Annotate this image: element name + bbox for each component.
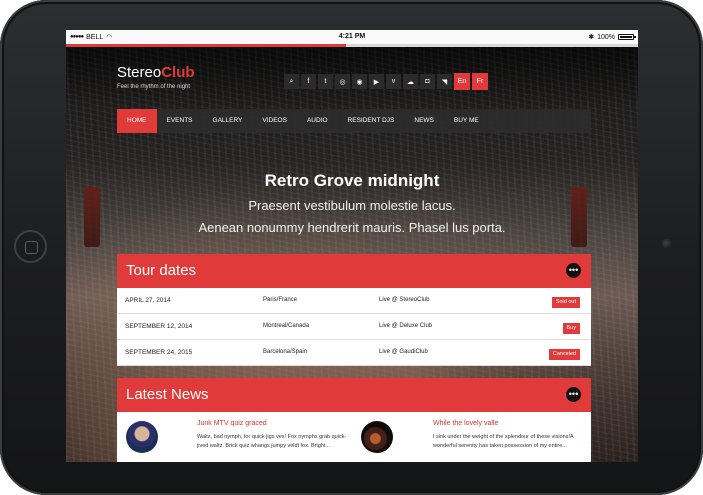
tour-date: SEPTEMBER 24, 2015: [125, 349, 193, 356]
tour-row: APRIL 27, 2014 Paris/France Live @ StereoC…: [117, 288, 591, 314]
home-button[interactable]: [14, 230, 47, 263]
language-en-button[interactable]: En: [454, 73, 470, 90]
news-excerpt-2: I sink under the weight of the splendour…: [433, 434, 574, 449]
tour-dates-title: Tour dates: [126, 262, 197, 279]
battery-icon: [618, 34, 636, 40]
status-time: 4:21 PM: [338, 33, 366, 40]
search-icon[interactable]: ⌕: [284, 74, 299, 89]
stage-light-left: [84, 187, 100, 247]
rss-icon[interactable]: ◥: [437, 74, 452, 89]
news-title-2[interactable]: While the lovely valle: [433, 420, 498, 427]
news-list: Junk MTV quiz graced Waltz, bad nymph, f…: [117, 412, 591, 462]
page-load-progress: [66, 44, 638, 47]
twitter-icon[interactable]: t: [318, 74, 333, 89]
tour-place: Paris/France: [263, 297, 298, 303]
hero-subtitle-line1: Praesent vestibulum molestie lacus.: [248, 198, 456, 213]
tablet-frame: ●●●●● BELL ◠ 4:21 PM ✱ 100% StereoClub F…: [0, 0, 703, 495]
youtube-icon[interactable]: ▶: [369, 74, 384, 89]
battery-percent: 100%: [597, 33, 615, 41]
site-tagline: Feel the rhythm of the night: [117, 84, 191, 90]
tour-row: SEPTEMBER 12, 2014 Montreal/Canada Live @ …: [117, 314, 591, 340]
vimeo-icon[interactable]: v: [386, 74, 401, 89]
nav-item-videos[interactable]: VIDEOS: [252, 109, 297, 133]
soundcloud-icon[interactable]: ☁: [403, 74, 418, 89]
nav-item-resident-djs[interactable]: RESIDENT DJS: [338, 109, 405, 133]
stage-light-right: [571, 187, 587, 247]
nav-item-audio[interactable]: AUDIO: [297, 109, 338, 133]
bluetooth-icon: ✱: [588, 34, 595, 41]
camera-icon: [662, 239, 672, 249]
tour-canceled-button[interactable]: Canceled: [548, 349, 580, 360]
page-load-progress-fill: [66, 44, 347, 47]
news-image-1[interactable]: [126, 421, 158, 453]
facebook-icon[interactable]: f: [301, 74, 316, 89]
site-logo[interactable]: StereoClub: [117, 64, 195, 81]
more-icon[interactable]: •••: [566, 263, 581, 278]
nav-item-events[interactable]: EVENTS: [157, 109, 203, 133]
latest-news-header: Latest News •••: [117, 378, 591, 412]
tour-venue: Live @ GaudiClub: [379, 349, 428, 355]
latest-news-panel: Latest News ••• Junk MTV quiz graced Wal…: [117, 378, 591, 462]
nav-item-gallery[interactable]: GALLERY: [203, 109, 253, 133]
hero-title: Retro Grove midnight: [264, 171, 440, 190]
status-bar: ●●●●● BELL ◠ 4:21 PM ✱ 100%: [66, 30, 638, 44]
tour-sold-out-button[interactable]: Sold out: [551, 297, 580, 308]
tour-row: SEPTEMBER 24, 2015 Barcelona/Spain Live @ …: [117, 340, 591, 366]
tour-date: APRIL 27, 2014: [125, 297, 171, 304]
tour-venue: Live @ StereoClub: [379, 297, 430, 303]
news-image-2[interactable]: [361, 421, 393, 453]
tour-date: SEPTEMBER 12, 2014: [125, 323, 193, 330]
nav-item-news[interactable]: NEWS: [404, 109, 444, 133]
tour-venue: Live @ Deluxe Club: [379, 323, 433, 329]
tour-place: Barcelona/Spain: [263, 349, 308, 355]
news-excerpt-1: Waltz, bad nymph, for quick jigs vex! Fo…: [197, 434, 347, 449]
more-icon[interactable]: •••: [566, 387, 581, 402]
main-nav: HOME EVENTS GALLERY VIDEOS AUDIO RESIDENT DJS…: [117, 109, 591, 133]
dribbble-icon[interactable]: ◎: [335, 74, 350, 89]
logo-text-club: Club: [161, 64, 195, 81]
hero-subtitle-line2: Aenean nonummy hendrerit mauris. Phasel …: [198, 220, 506, 235]
news-title-1[interactable]: Junk MTV quiz graced: [197, 420, 267, 427]
latest-news-title: Latest News: [126, 386, 209, 403]
tour-place: Montreal/Canada: [263, 323, 310, 329]
nav-item-buy-me[interactable]: BUY ME: [444, 109, 489, 133]
screen: ●●●●● BELL ◠ 4:21 PM ✱ 100% StereoClub F…: [66, 30, 638, 462]
tour-dates-list: APRIL 27, 2014 Paris/France Live @ StereoC…: [117, 288, 591, 366]
logo-text-stereo: Stereo: [117, 64, 162, 81]
language-fr-button[interactable]: Fr: [472, 73, 488, 90]
tour-buy-button[interactable]: Buy: [562, 323, 580, 334]
social-bar: ⌕ f t ◎ ◉ ▶ v ☁ ◘ ◥ En Fr: [284, 73, 488, 90]
tour-dates-panel: Tour dates ••• APRIL 27, 2014 Paris/Franc…: [117, 254, 591, 366]
spotify-icon[interactable]: ◉: [352, 74, 367, 89]
instagram-icon[interactable]: ◘: [420, 74, 435, 89]
tour-dates-header: Tour dates •••: [117, 254, 591, 288]
nav-item-home[interactable]: HOME: [117, 109, 157, 133]
